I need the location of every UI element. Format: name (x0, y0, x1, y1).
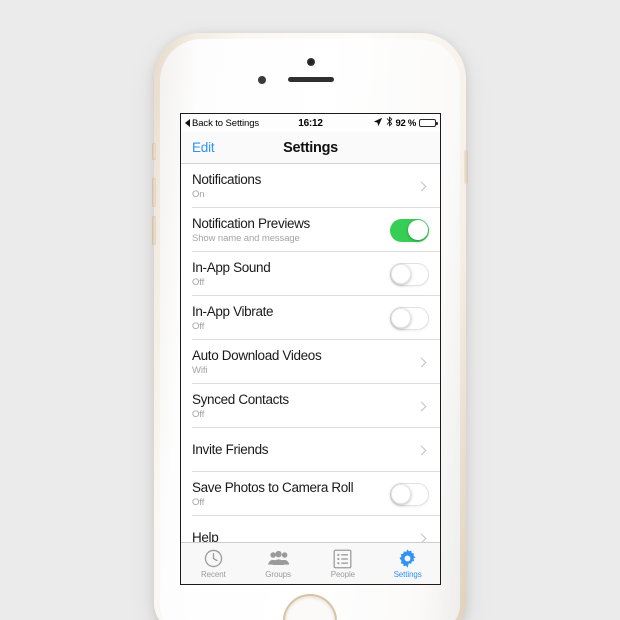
location-arrow-icon (373, 117, 383, 130)
chevron-right-icon (416, 401, 427, 411)
settings-row[interactable]: In-App Sound Off (181, 252, 440, 296)
tab-label: Settings (393, 570, 422, 579)
chevron-right-icon (416, 445, 427, 455)
bluetooth-icon (386, 116, 393, 130)
settings-row[interactable]: Notifications On (181, 164, 440, 208)
people-icon (267, 548, 290, 569)
settings-row-title: Notification Previews (192, 215, 310, 231)
status-bar-indicators: 92 % (373, 116, 438, 130)
volume-up-button[interactable] (152, 178, 156, 207)
settings-row-text: In-App Vibrate Off (192, 304, 390, 333)
gear-icon (397, 548, 418, 569)
settings-row-text: Synced Contacts Off (192, 392, 418, 421)
settings-row-text: Auto Download Videos Wifi (192, 348, 418, 377)
tab-bar: Recent Groups People Settings (181, 542, 440, 584)
settings-row-title: In-App Vibrate (192, 303, 274, 319)
tab-item-settings[interactable]: Settings (375, 543, 440, 584)
proximity-sensor (258, 76, 266, 84)
settings-row-title: Save Photos to Camera Roll (192, 479, 354, 495)
toggle-knob (391, 483, 411, 504)
front-camera-icon (307, 58, 315, 66)
toggle-switch[interactable] (390, 482, 429, 506)
settings-row[interactable]: Auto Download Videos Wifi (181, 340, 440, 384)
chevron-right-icon (416, 181, 427, 191)
settings-row[interactable]: In-App Vibrate Off (181, 296, 440, 340)
toggle-switch[interactable] (390, 218, 429, 242)
settings-row[interactable]: Notification Previews Show name and messa… (181, 208, 440, 252)
chevron-right-icon (416, 357, 427, 367)
list-icon (333, 548, 352, 569)
settings-row-subtitle: Off (192, 320, 205, 332)
clock-icon (203, 548, 224, 569)
phone-screen: Back to Settings 16:12 92 % Edit Setting… (180, 113, 441, 585)
toggle-knob (407, 220, 428, 240)
toggle-knob (391, 263, 411, 284)
settings-row-title: In-App Sound (192, 259, 271, 275)
tab-item-groups[interactable]: Groups (246, 543, 311, 584)
tab-label: Groups (265, 570, 291, 579)
settings-row-text: Help (192, 529, 418, 542)
tab-label: People (330, 570, 356, 579)
settings-row[interactable]: Invite Friends (181, 428, 440, 472)
settings-row-text: Save Photos to Camera Roll Off (192, 480, 390, 509)
earpiece-speaker (288, 77, 334, 82)
settings-row[interactable]: Synced Contacts Off (181, 384, 440, 428)
toggle-knob (391, 307, 411, 328)
settings-row-text: Notifications On (192, 172, 418, 201)
chevron-right-icon (416, 533, 427, 542)
toggle-switch[interactable] (390, 262, 429, 286)
settings-row-subtitle: Off (192, 496, 205, 508)
power-button[interactable] (464, 150, 468, 184)
toggle-switch[interactable] (390, 306, 429, 330)
settings-row-subtitle: On (192, 188, 205, 200)
settings-row-subtitle: Show name and message (192, 232, 300, 244)
settings-row[interactable]: Save Photos to Camera Roll Off (181, 472, 440, 516)
mute-switch[interactable] (152, 143, 156, 160)
page-title: Settings (283, 139, 338, 156)
settings-row-subtitle: Off (192, 408, 205, 420)
navigation-bar: Edit Settings (181, 132, 440, 164)
settings-row-title: Help (192, 530, 219, 542)
status-bar: Back to Settings 16:12 92 % (181, 114, 440, 132)
settings-row-text: Invite Friends (192, 441, 418, 459)
settings-row-title: Synced Contacts (192, 391, 289, 407)
volume-down-button[interactable] (152, 216, 156, 245)
tab-item-people[interactable]: People (311, 543, 376, 584)
tab-item-recent[interactable]: Recent (181, 543, 246, 584)
tab-label: Recent (201, 570, 226, 579)
settings-row-title: Invite Friends (192, 442, 269, 457)
settings-list[interactable]: Notifications On Notification Previews Show… (181, 164, 440, 542)
settings-row-text: In-App Sound Off (192, 260, 390, 289)
settings-row-subtitle: Off (192, 276, 205, 288)
settings-row-text: Notification Previews Show name and messa… (192, 216, 390, 245)
settings-row-subtitle: Wifi (192, 364, 208, 376)
settings-row-title: Notifications (192, 171, 261, 187)
settings-row[interactable]: Help (181, 516, 440, 542)
edit-button[interactable]: Edit (192, 140, 215, 155)
battery-percent-label: 92 % (395, 117, 417, 129)
settings-row-title: Auto Download Videos (192, 347, 322, 363)
battery-icon (419, 118, 438, 128)
